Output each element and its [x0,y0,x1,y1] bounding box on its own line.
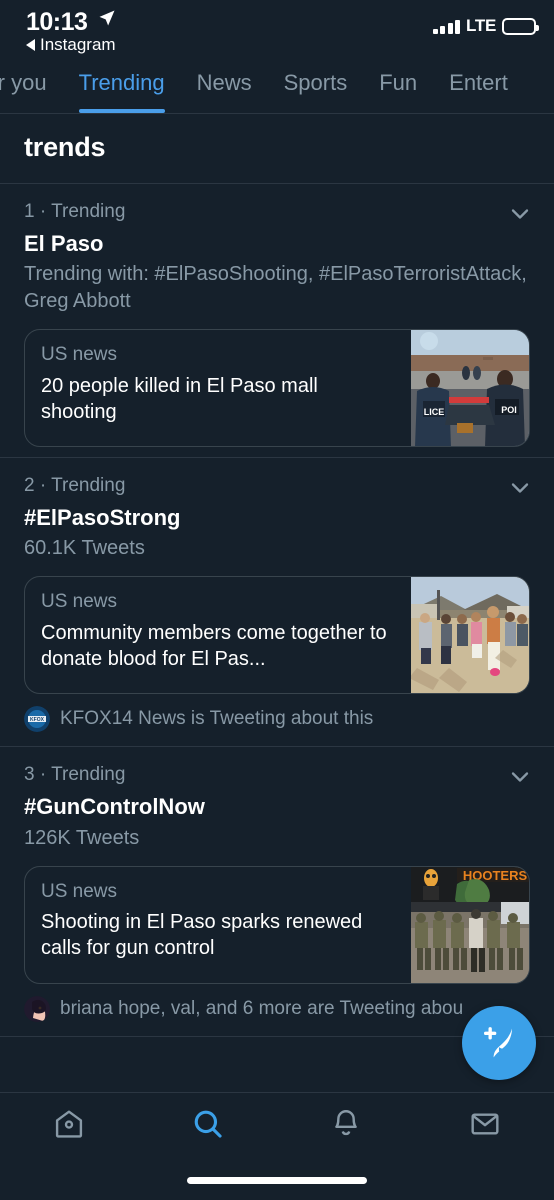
page-title: trends [24,132,106,162]
trend-tweet-count: 126K Tweets [24,826,140,849]
home-icon [56,1110,83,1138]
trend-name: El Paso [24,230,104,256]
trend-rank-label: 2 · Trending [24,475,126,497]
trend-name: #GunControlNow [24,793,205,819]
news-headline: Community members come together to donat… [41,622,387,671]
twitter-trends-screen: 10:13 Instagram LTE For you Trending New… [0,0,554,1200]
battery-full-icon [502,17,539,35]
nav-messages-button[interactable] [416,1107,554,1141]
news-category: US news [41,880,118,902]
trends-header: trends [0,114,554,184]
tab-trending[interactable]: Trending [78,62,165,113]
trend-rank-label: 3 · Trending [24,764,126,786]
news-headline: Shooting in El Paso sparks renewed calls… [41,911,363,960]
briana-hope-avatar [24,995,50,1022]
news-headline: 20 people killed in El Paso mall shootin… [41,374,318,423]
location-arrow-icon [98,9,116,32]
kfox14-news-avatar: KFOX [24,706,50,733]
svg-text:POI: POI [501,405,517,415]
trend-item[interactable]: 3 · Trending #GunControlNow 126K Tweets … [0,747,554,1037]
category-tab-bar[interactable]: For you Trending News Sports Fun Entert [0,62,554,114]
trend-tweet-count: 60.1K Tweets [24,537,145,560]
news-card[interactable]: US news Shooting in El Paso sparks renew… [24,865,530,984]
back-to-app-button[interactable]: Instagram [26,35,116,55]
nav-search-button[interactable] [139,1107,278,1141]
compose-tweet-button[interactable] [462,1006,536,1080]
trend-subtitle: Trending with: #ElPasoShooting, #ElPasoT… [24,263,527,313]
status-bar-left: 10:13 Instagram [26,8,116,55]
trend-name: #ElPasoStrong [24,504,181,530]
chevron-down-icon[interactable] [506,474,534,502]
tab-sports[interactable]: Sports [284,62,348,113]
signal-bars-icon [432,19,461,34]
police-at-hooters-photo: HOOTERS [411,866,529,983]
police-officers-at-mall-photo: LICE POI [411,330,529,447]
nav-home-button[interactable] [0,1107,139,1141]
trend-item[interactable]: 1 · Trending El Paso Trending with: #ElP… [0,184,554,459]
news-card[interactable]: US news 20 people killed in El Paso mall… [24,329,530,448]
tab-news[interactable]: News [197,62,252,113]
news-category: US news [41,591,118,613]
social-proof-row[interactable]: KFOX KFOX14 News is Tweeting about this [0,694,554,736]
compose-tweet-icon [484,1027,512,1058]
social-proof-text: briana hope, val, and 6 more are Tweetin… [60,997,464,1019]
svg-text:KFOX: KFOX [30,717,45,723]
messages-icon [471,1113,499,1135]
chevron-down-icon[interactable] [506,763,534,791]
bottom-navigation-bar[interactable] [0,1092,554,1200]
bell-icon [335,1110,358,1136]
trend-rank-label: 1 · Trending [24,201,126,222]
status-time: 10:13 [26,8,88,36]
tab-for-you[interactable]: For you [0,62,47,113]
carrier-label: LTE [466,16,496,35]
blood-donation-line-photo [411,577,529,694]
nav-notifications-button[interactable] [277,1107,416,1141]
search-icon [194,1110,222,1138]
chevron-down-icon[interactable] [506,200,534,228]
back-app-label: Instagram [40,35,116,54]
status-bar: 10:13 Instagram LTE [0,0,554,62]
news-category: US news [41,344,118,366]
tab-fun[interactable]: Fun [379,62,417,113]
social-proof-text: KFOX14 News is Tweeting about this [60,708,374,730]
tab-entertainment[interactable]: Entert [449,62,508,113]
back-triangle-icon [26,39,35,51]
status-bar-right: LTE [432,16,539,36]
news-card[interactable]: US news Community members come together … [24,576,530,695]
svg-text:LICE: LICE [424,407,445,417]
home-indicator [187,1177,367,1184]
trend-item[interactable]: 2 · Trending #ElPasoStrong 60.1K Tweets … [0,458,554,748]
